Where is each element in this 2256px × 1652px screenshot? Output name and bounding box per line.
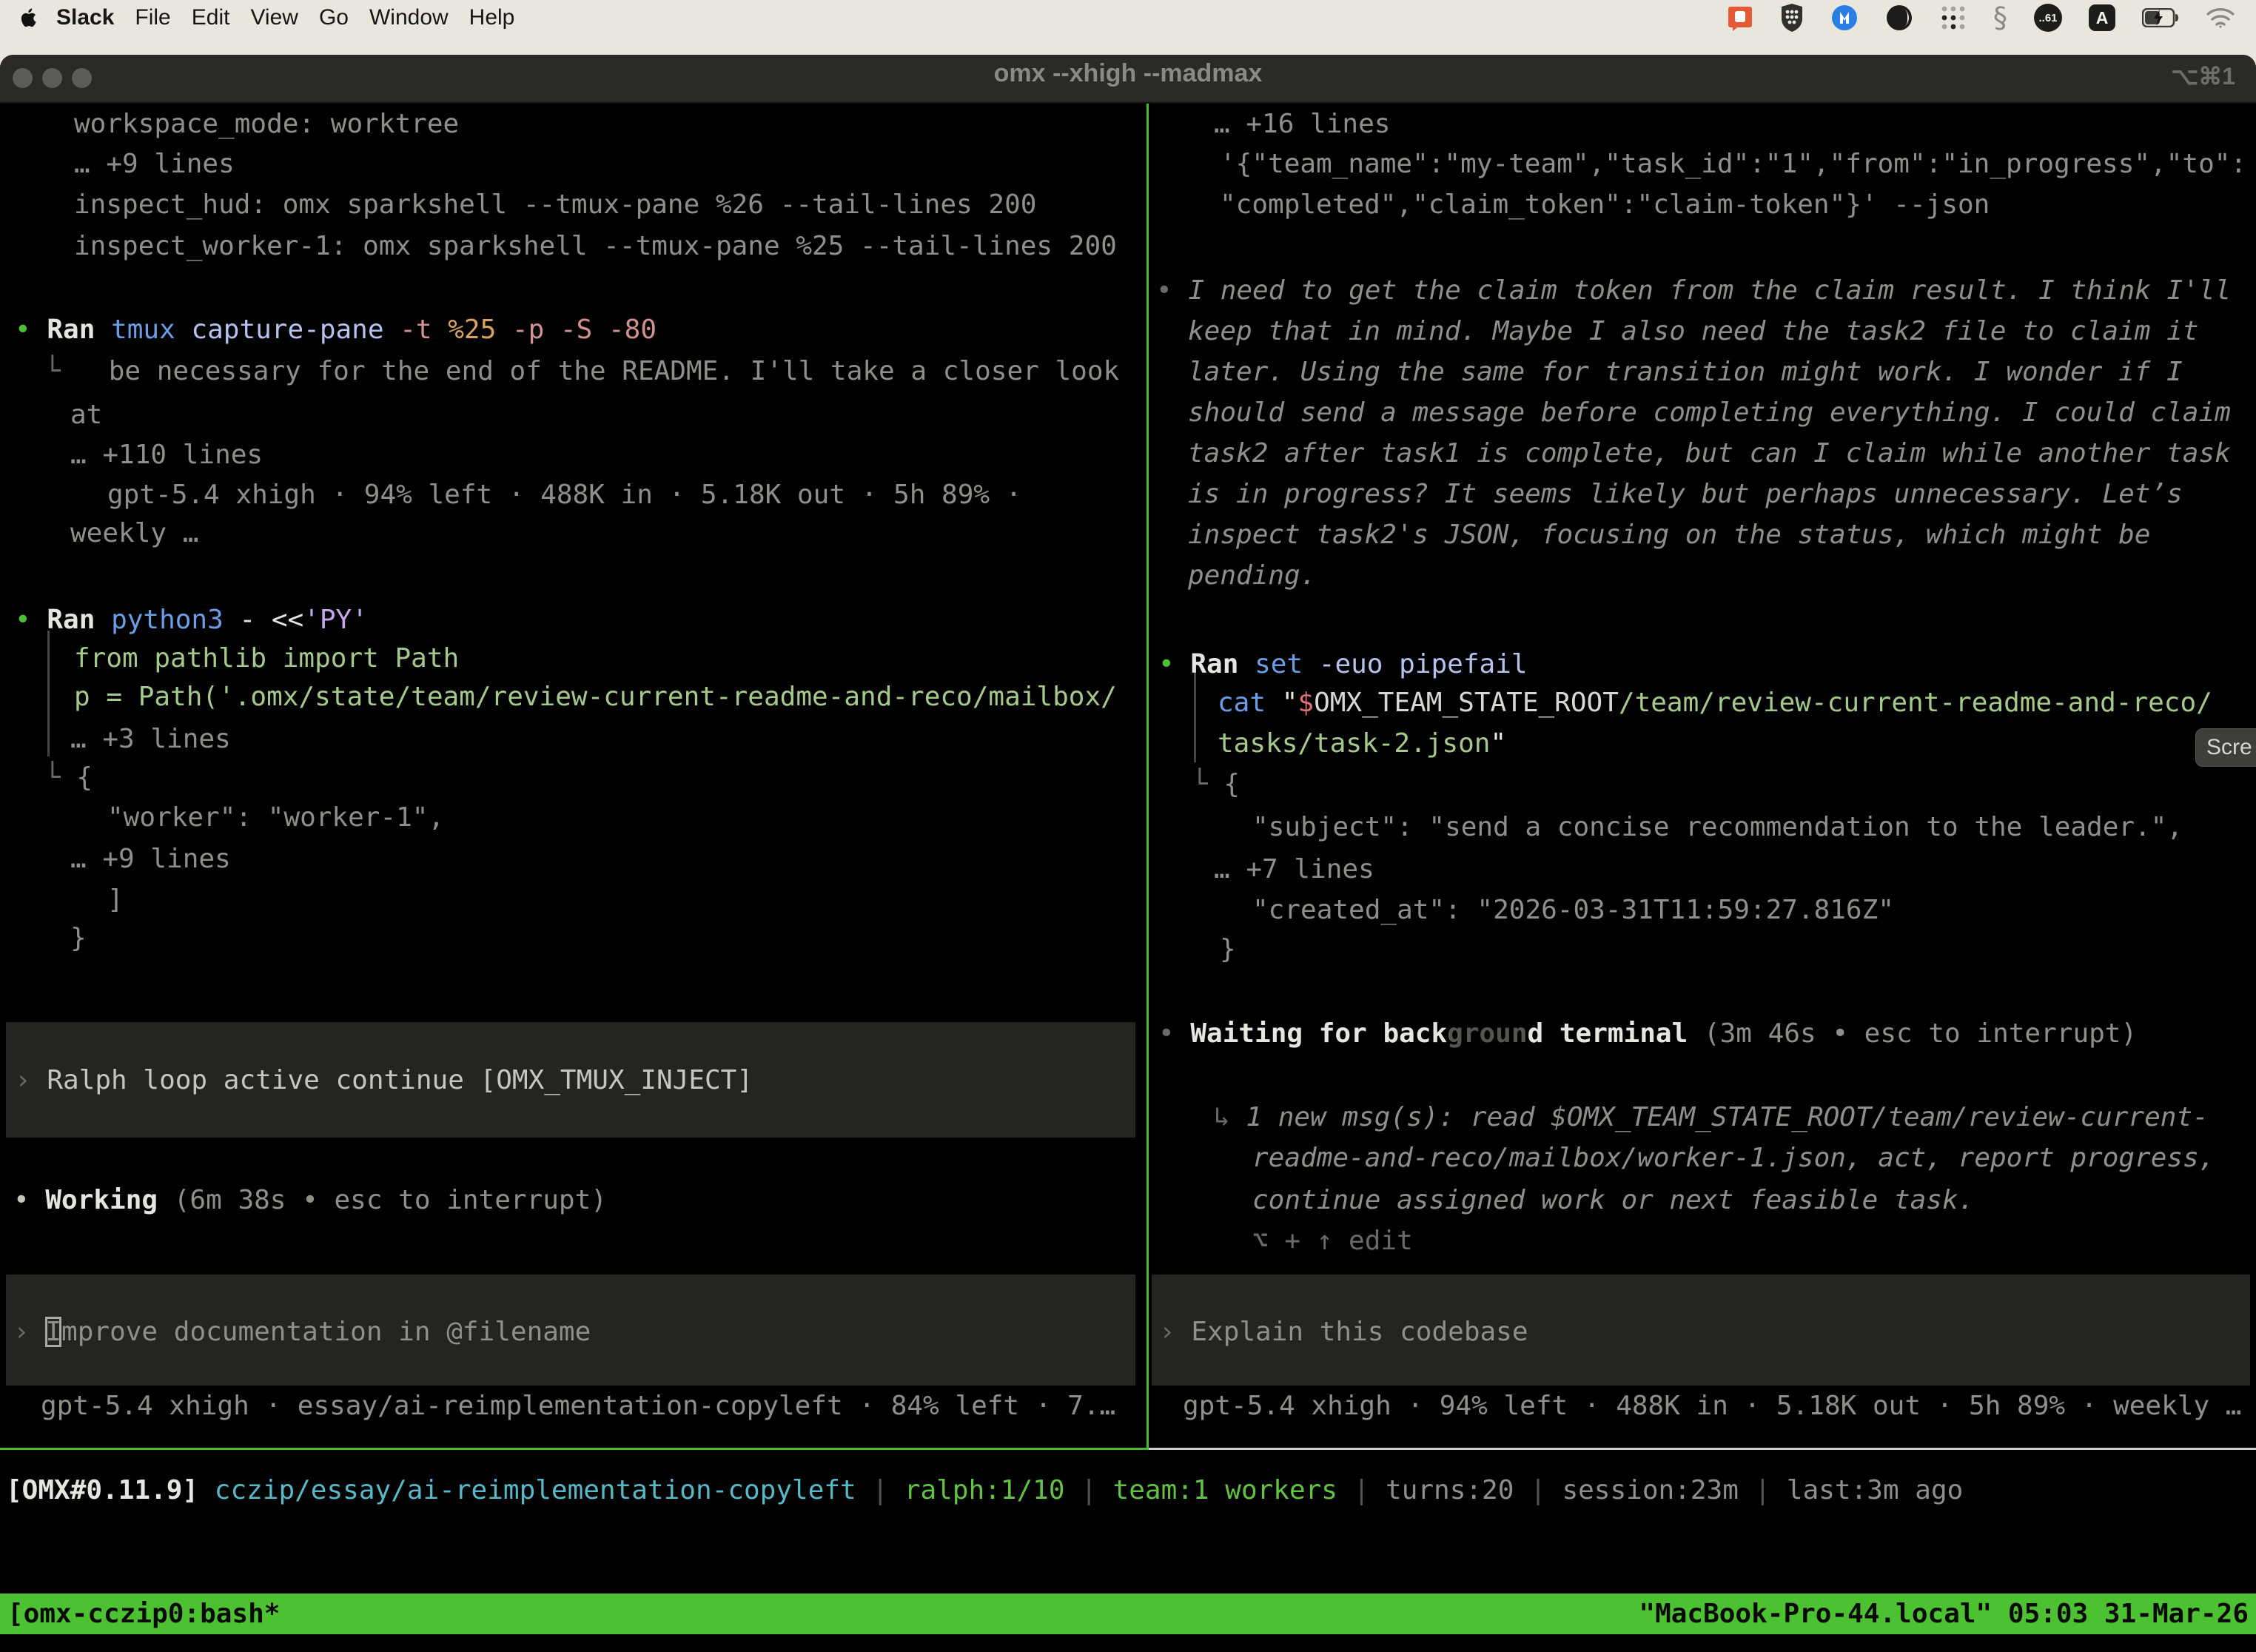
- ran-tmux-command: • Ran tmux capture-pane -t %25 -p -S -80: [15, 309, 657, 350]
- terminal-line: is in progress? It seems likely but perh…: [1188, 474, 2183, 514]
- terminal-line: └ be necessary for the end of the README…: [44, 351, 1119, 392]
- screen-tooltip: Scre: [2195, 728, 2256, 767]
- ralph-injected-message: › Ralph loop active continue [OMX_TMUX_I…: [15, 1060, 753, 1101]
- terminal-line: }: [70, 918, 87, 958]
- terminal-line: ⌥ + ↑ edit: [1252, 1220, 1413, 1261]
- ran-python-command: • Ran python3 - <<'PY': [15, 600, 368, 640]
- terminal-line: └ {: [44, 757, 93, 798]
- terminal-line: at: [70, 394, 102, 435]
- terminal-line: … +9 lines: [70, 839, 231, 879]
- menu-bar: Slack File Edit View Go Window Help § ..61 A: [0, 0, 2256, 36]
- terminal-line: gpt-5.4 xhigh · 94% left · 488K in · 5.1…: [107, 474, 1021, 515]
- menu-item-go[interactable]: Go: [319, 5, 349, 30]
- terminal-line: "created_at": "2026-03-31T11:59:27.816Z": [1252, 890, 1894, 930]
- badge-61-icon[interactable]: ..61: [2034, 4, 2062, 32]
- menu-item-window[interactable]: Window: [369, 5, 449, 30]
- battery-icon[interactable]: [2142, 8, 2179, 27]
- terminal-line: from pathlib import Path: [74, 638, 459, 679]
- terminal-line: └ {: [1192, 764, 1240, 805]
- squiggle-icon[interactable]: §: [1993, 1, 2007, 34]
- window-title: omx --xhigh --madmax: [0, 59, 2256, 88]
- tmux-status-bar: [omx-cczip0:bash* "MacBook-Pro-44.local"…: [0, 1594, 2256, 1634]
- terminal-line: workspace_mode: worktree: [74, 104, 459, 144]
- menu-item-view[interactable]: View: [250, 5, 298, 30]
- right-pane-border: [1149, 1448, 2256, 1450]
- window-shortcut-badge: ⌥⌘1: [2171, 62, 2235, 90]
- menu-item-file[interactable]: File: [135, 5, 170, 30]
- omx-status-line: [OMX#0.11.9] cczip/essay/ai-reimplementa…: [6, 1470, 1963, 1511]
- tmux-host-time: "MacBook-Pro-44.local" 05:03 31-Mar-26: [1639, 1594, 2249, 1634]
- terminal-line: … +9 lines: [74, 144, 235, 184]
- left-input-placeholder: › Improve documentation in @filename: [13, 1312, 591, 1352]
- terminal-line: '{"team_name":"my-team","task_id":"1","f…: [1220, 144, 2246, 184]
- terminal-line: ]: [107, 879, 124, 920]
- terminal-line: continue assigned work or next feasible …: [1252, 1180, 1974, 1220]
- waiting-status: • Waiting for background terminal (3m 46…: [1158, 1013, 2137, 1054]
- terminal-line: later. Using the same for transition mig…: [1188, 352, 2183, 392]
- badge-bolt-icon[interactable]: [1830, 4, 1859, 32]
- wifi-icon[interactable]: [2206, 7, 2235, 29]
- menu-status-icons: § ..61 A: [1727, 1, 2256, 34]
- terminal-line: should send a message before completing …: [1188, 392, 2231, 433]
- right-usage-status: gpt-5.4 xhigh · 94% left · 488K in · 5.1…: [1183, 1386, 2241, 1426]
- thinking-text: • I need to get the claim token from the…: [1156, 270, 2231, 311]
- dots-grid-icon[interactable]: [1940, 4, 1967, 31]
- terminal-line: tasks/task-2.json": [1218, 723, 1506, 764]
- left-usage-status: gpt-5.4 xhigh · essay/ai-reimplementatio…: [41, 1386, 1115, 1426]
- crescent-icon[interactable]: [1885, 4, 1913, 32]
- new-message-note: ↳ 1 new msg(s): read $OMX_TEAM_STATE_ROO…: [1214, 1097, 2209, 1138]
- terminal-line: keep that in mind. Maybe I also need the…: [1188, 311, 2198, 352]
- chat-icon[interactable]: [1727, 4, 1753, 31]
- menu-items: Slack File Edit View Go Window Help: [46, 5, 525, 30]
- terminal-line: inspect_hud: omx sparkshell --tmux-pane …: [74, 184, 1036, 225]
- terminal-line: task2 after task1 is complete, but can I…: [1188, 433, 2231, 474]
- terminal-line: inspect task2's JSON, focusing on the st…: [1188, 514, 2150, 555]
- input-source-icon[interactable]: A: [2089, 4, 2115, 31]
- right-input-placeholder: › Explain this codebase: [1159, 1312, 1528, 1352]
- terminal-line: }: [1220, 929, 1236, 970]
- menu-item-edit[interactable]: Edit: [192, 5, 230, 30]
- terminal-line: … +110 lines: [70, 434, 263, 475]
- terminal-line: … +16 lines: [1214, 104, 1390, 144]
- terminal-line: … +7 lines: [1214, 849, 1374, 890]
- terminal-line: pending.: [1188, 555, 1316, 596]
- apple-menu-icon[interactable]: [18, 7, 37, 29]
- tmux-session-name: [omx-cczip0:bash*: [7, 1594, 280, 1634]
- terminal-line: readme-and-reco/mailbox/worker-1.json, a…: [1252, 1138, 2215, 1178]
- menu-item-help[interactable]: Help: [469, 5, 515, 30]
- tree-guide-line: [47, 631, 50, 756]
- terminal-line: p = Path('.omx/state/team/review-current…: [74, 676, 1117, 717]
- menu-item-slack[interactable]: Slack: [56, 5, 114, 30]
- terminal-line: inspect_worker-1: omx sparkshell --tmux-…: [74, 226, 1117, 266]
- macos-screen: Slack File Edit View Go Window Help § ..61 A: [0, 0, 2256, 1652]
- terminal-line: "worker": "worker-1",: [107, 797, 444, 838]
- terminal-line: cat "$OMX_TEAM_STATE_ROOT/team/review-cu…: [1218, 682, 2212, 723]
- terminal-line: weekly …: [70, 513, 198, 554]
- pane-divider[interactable]: [1147, 104, 1149, 1448]
- terminal-line: "completed","claim_token":"claim-token"}…: [1220, 184, 1990, 225]
- shield-grid-icon[interactable]: [1780, 4, 1804, 32]
- terminal-line: … +3 lines: [70, 719, 231, 759]
- working-status: • Working (6m 38s • esc to interrupt): [13, 1180, 607, 1220]
- terminal-line: "subject": "send a concise recommendatio…: [1252, 807, 2183, 847]
- ran-cat-command: • Ran set -euo pipefail: [1158, 644, 1528, 685]
- left-pane-border: [0, 1448, 1149, 1450]
